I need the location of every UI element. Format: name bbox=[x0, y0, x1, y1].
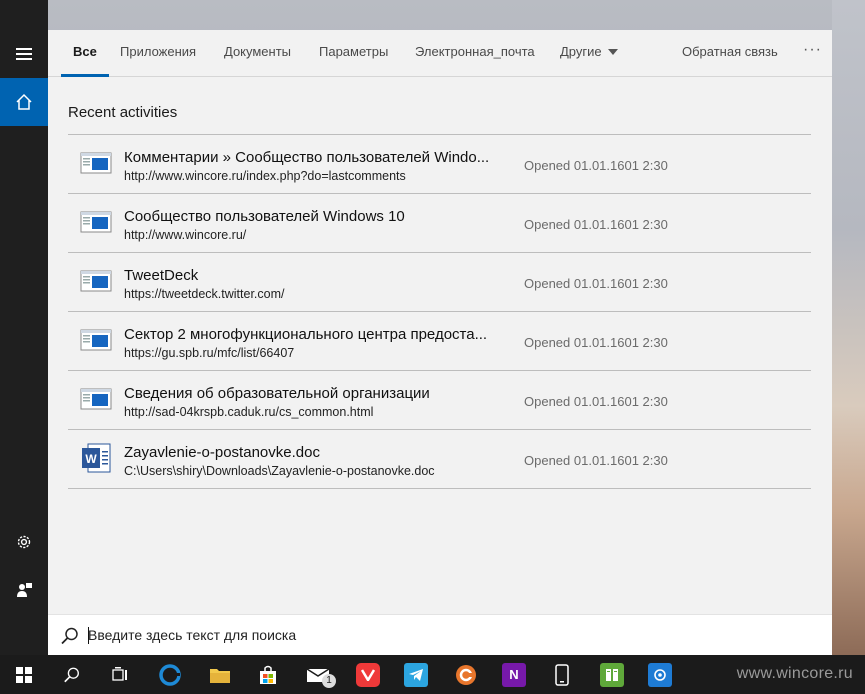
edge-icon bbox=[159, 663, 181, 686]
home-button[interactable] bbox=[0, 78, 48, 126]
feedback-button[interactable] bbox=[0, 566, 48, 614]
list-item[interactable]: Сектор 2 многофункционального центра пре… bbox=[68, 312, 811, 371]
app-tile-icon bbox=[648, 662, 672, 687]
start-button[interactable] bbox=[0, 655, 48, 694]
tab-documents[interactable]: Документы bbox=[224, 30, 291, 76]
item-opened: Opened 01.01.1601 2:30 bbox=[524, 276, 668, 291]
tab-apps[interactable]: Приложения bbox=[120, 30, 196, 76]
store-app[interactable] bbox=[244, 655, 292, 694]
vivaldi-app[interactable] bbox=[344, 655, 392, 694]
feedback-link[interactable]: Обратная связь bbox=[682, 30, 778, 76]
item-opened: Opened 01.01.1601 2:30 bbox=[524, 158, 668, 173]
list-item[interactable]: Сведения об образовательной организации … bbox=[68, 371, 811, 430]
store-icon bbox=[260, 665, 276, 684]
windows-logo-icon bbox=[16, 666, 32, 683]
task-view-icon bbox=[112, 666, 127, 681]
item-title: Комментарии » Сообщество пользователей W… bbox=[124, 149, 490, 166]
desktop-background bbox=[832, 0, 865, 655]
phone-icon bbox=[555, 663, 569, 686]
webpage-icon bbox=[80, 270, 112, 292]
reader-app[interactable] bbox=[588, 655, 636, 694]
tab-email[interactable]: Электронная_почта bbox=[415, 30, 535, 76]
reader-icon bbox=[600, 662, 624, 687]
feedback-icon bbox=[17, 583, 32, 597]
vivaldi-icon bbox=[356, 662, 380, 687]
webpage-icon bbox=[80, 211, 112, 233]
tab-other-dropdown[interactable]: Другие bbox=[560, 30, 618, 76]
item-url: http://www.wincore.ru/ bbox=[124, 228, 247, 242]
telegram-app[interactable] bbox=[392, 655, 440, 694]
taskbar: 1 N www.wincore.ru bbox=[0, 655, 865, 694]
webpage-icon bbox=[80, 388, 112, 410]
item-title: Сектор 2 многофункционального центра пре… bbox=[124, 326, 488, 343]
list-item[interactable]: W Zayavlenie-o-postanovke.doc C:\Users\s… bbox=[68, 430, 811, 489]
pinned-app[interactable] bbox=[636, 655, 684, 694]
phone-app[interactable] bbox=[538, 655, 586, 694]
search-icon bbox=[61, 627, 78, 645]
onenote-app[interactable]: N bbox=[490, 655, 538, 694]
tab-other-label: Другие bbox=[560, 44, 602, 59]
list-item[interactable]: Комментарии » Сообщество пользователей W… bbox=[68, 135, 811, 194]
item-url: https://gu.spb.ru/mfc/list/66407 bbox=[124, 346, 295, 360]
webpage-icon bbox=[80, 329, 112, 351]
mail-badge: 1 bbox=[322, 674, 336, 688]
search-icon bbox=[64, 667, 79, 682]
item-opened: Opened 01.01.1601 2:30 bbox=[524, 453, 668, 468]
ccleaner-app[interactable] bbox=[442, 655, 490, 694]
item-url: http://sad-04krspb.caduk.ru/cs_common.ht… bbox=[124, 405, 374, 419]
search-input[interactable]: Введите здесь текст для поиска bbox=[88, 627, 296, 643]
tab-all[interactable]: Все bbox=[61, 30, 109, 77]
telegram-icon bbox=[404, 662, 428, 687]
mail-app[interactable]: 1 bbox=[294, 655, 342, 694]
recent-list: Комментарии » Сообщество пользователей W… bbox=[68, 134, 811, 489]
more-options-button[interactable]: ··· bbox=[803, 30, 822, 76]
menu-button[interactable] bbox=[0, 30, 48, 78]
item-title: Сведения об образовательной организации bbox=[124, 385, 430, 402]
onenote-icon: N bbox=[502, 662, 526, 687]
item-url: http://www.wincore.ru/index.php?do=lastc… bbox=[124, 169, 406, 183]
item-title: TweetDeck bbox=[124, 267, 199, 284]
edge-app[interactable] bbox=[146, 655, 194, 694]
chevron-down-icon bbox=[607, 48, 618, 55]
ccleaner-icon bbox=[456, 664, 476, 685]
search-panel: Все Приложения Документы Параметры Элект… bbox=[48, 30, 832, 614]
item-opened: Opened 01.01.1601 2:30 bbox=[524, 335, 668, 350]
left-rail bbox=[0, 0, 48, 655]
item-opened: Opened 01.01.1601 2:30 bbox=[524, 394, 668, 409]
item-title: Zayavlenie-o-postanovke.doc bbox=[124, 444, 320, 461]
list-item[interactable]: TweetDeck https://tweetdeck.twitter.com/… bbox=[68, 253, 811, 312]
explorer-app[interactable] bbox=[196, 655, 244, 694]
folder-icon bbox=[210, 668, 230, 683]
item-url: https://tweetdeck.twitter.com/ bbox=[124, 287, 285, 301]
section-title: Recent activities bbox=[68, 104, 178, 121]
settings-button[interactable] bbox=[0, 518, 48, 566]
svg-text:W: W bbox=[85, 452, 97, 466]
watermark: www.wincore.ru bbox=[736, 665, 853, 682]
list-item[interactable]: Сообщество пользователей Windows 10 http… bbox=[68, 194, 811, 253]
taskbar-search-button[interactable] bbox=[48, 655, 96, 694]
item-url: C:\Users\shiry\Downloads\Zayavlenie-o-po… bbox=[124, 464, 435, 478]
text-cursor bbox=[88, 627, 89, 644]
home-icon bbox=[16, 93, 32, 110]
tab-bar: Все Приложения Документы Параметры Элект… bbox=[48, 30, 832, 77]
item-opened: Opened 01.01.1601 2:30 bbox=[524, 217, 668, 232]
task-view-button[interactable] bbox=[96, 655, 144, 694]
word-doc-icon: W bbox=[82, 443, 111, 473]
tab-settings[interactable]: Параметры bbox=[319, 30, 388, 76]
webpage-icon bbox=[80, 152, 112, 174]
gear-icon bbox=[17, 535, 31, 549]
hamburger-icon bbox=[16, 48, 32, 60]
item-title: Сообщество пользователей Windows 10 bbox=[124, 208, 405, 225]
search-box[interactable]: Введите здесь текст для поиска bbox=[48, 614, 832, 656]
